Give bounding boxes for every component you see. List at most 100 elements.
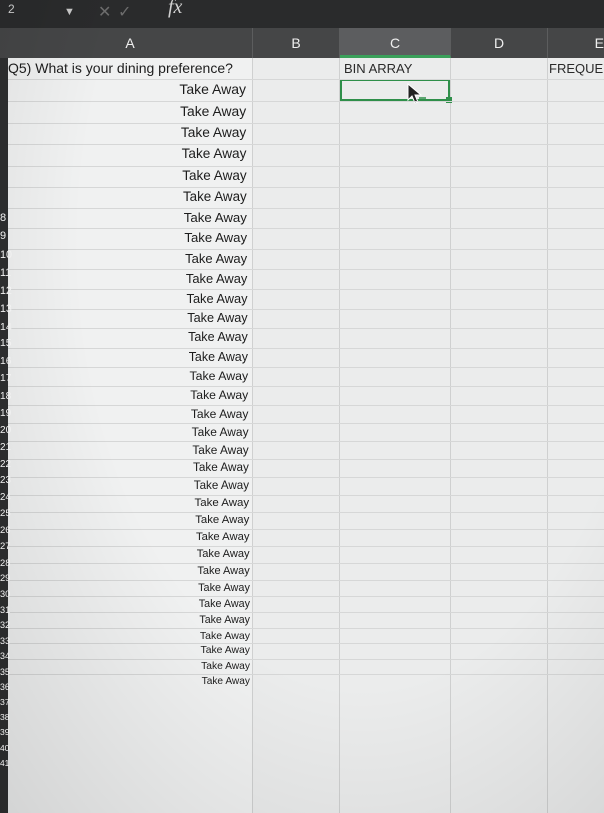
- row-number[interactable]: 17: [0, 373, 18, 384]
- row-number[interactable]: 13: [0, 303, 18, 315]
- row-number[interactable]: 40: [0, 743, 18, 753]
- function-icon[interactable]: fx: [168, 0, 182, 19]
- row-number[interactable]: 11: [0, 267, 18, 279]
- row-number[interactable]: 20: [0, 425, 18, 436]
- gridline: [8, 366, 604, 368]
- column-header-e[interactable]: E: [548, 28, 604, 58]
- response-cell[interactable]: Take Away: [179, 81, 246, 97]
- response-cell[interactable]: Take Away: [189, 350, 248, 364]
- row-number[interactable]: 29: [0, 573, 18, 583]
- gridline: [8, 79, 604, 80]
- response-cell[interactable]: Take Away: [192, 443, 248, 457]
- response-cell[interactable]: Take Away: [200, 630, 250, 642]
- spreadsheet-screen: 2 ▼ ✕ ✓ fx A B C D E Q5) What is your di…: [0, 0, 604, 813]
- response-cell[interactable]: Take Away: [183, 189, 247, 204]
- gridline: [8, 385, 604, 387]
- response-cell[interactable]: Take Away: [199, 614, 250, 626]
- response-cell[interactable]: Take Away: [185, 251, 247, 266]
- close-icon[interactable]: ✕: [98, 2, 111, 22]
- row-number[interactable]: 16: [0, 356, 18, 367]
- gridline: [8, 674, 604, 676]
- row-number[interactable]: 30: [0, 589, 18, 599]
- response-cell[interactable]: Take Away: [198, 582, 250, 594]
- row-number[interactable]: 36: [0, 682, 18, 692]
- response-cell[interactable]: Take Away: [193, 461, 249, 474]
- response-cell[interactable]: Take Away: [181, 125, 246, 140]
- response-cell[interactable]: Take Away: [186, 271, 247, 286]
- row-number[interactable]: 8: [0, 212, 18, 224]
- response-cell[interactable]: Take Away: [195, 497, 250, 509]
- row-number[interactable]: 27: [0, 541, 18, 552]
- column-header-c[interactable]: C: [340, 28, 451, 58]
- response-cell[interactable]: Take Away: [195, 514, 249, 526]
- fill-handle[interactable]: [446, 97, 452, 103]
- response-cell[interactable]: Take Away: [197, 548, 250, 560]
- name-box[interactable]: 2: [8, 2, 15, 16]
- row-number[interactable]: 34: [0, 651, 18, 661]
- row-number[interactable]: 22: [0, 459, 18, 470]
- row-number[interactable]: 31: [0, 605, 18, 615]
- row-number[interactable]: 37: [0, 697, 18, 707]
- row-number[interactable]: 19: [0, 408, 18, 419]
- gridline: [339, 58, 340, 813]
- row-number[interactable]: 18: [0, 391, 18, 402]
- question-cell[interactable]: Q5) What is your dining preference?: [8, 60, 233, 76]
- gridline: [8, 165, 604, 167]
- row-number[interactable]: 38: [0, 712, 18, 722]
- row-number[interactable]: 39: [0, 727, 18, 737]
- response-cell[interactable]: Take Away: [189, 369, 248, 383]
- row-number[interactable]: 14: [0, 321, 18, 333]
- row-number[interactable]: 32: [0, 620, 18, 630]
- row-number[interactable]: 28: [0, 557, 18, 568]
- row-number[interactable]: 21: [0, 442, 18, 453]
- bin-array-header-cell[interactable]: BIN ARRAY: [344, 61, 412, 76]
- gridline: [8, 477, 604, 479]
- response-cell[interactable]: Take Away: [180, 103, 246, 119]
- column-header-a[interactable]: A: [8, 28, 253, 58]
- response-cell[interactable]: Take Away: [197, 565, 249, 577]
- row-number[interactable]: 26: [0, 525, 18, 536]
- response-cell[interactable]: Take Away: [202, 676, 250, 687]
- gridline: [8, 347, 604, 349]
- cell-grid[interactable]: Q5) What is your dining preference? BIN …: [8, 58, 604, 813]
- response-cell[interactable]: Take Away: [191, 407, 249, 421]
- row-number[interactable]: 9: [0, 230, 18, 242]
- response-cell[interactable]: Take Away: [190, 388, 248, 402]
- row-number[interactable]: 41: [0, 758, 18, 768]
- response-cell[interactable]: Take Away: [199, 598, 250, 610]
- column-header-d[interactable]: D: [451, 28, 548, 58]
- row-number[interactable]: 33: [0, 636, 18, 646]
- formula-bar: 2 ▼ ✕ ✓ fx: [0, 0, 604, 28]
- response-cell[interactable]: Take Away: [187, 311, 247, 325]
- response-cell[interactable]: Take Away: [192, 425, 249, 439]
- response-cell[interactable]: Take Away: [182, 168, 246, 183]
- row-number[interactable]: 35: [0, 667, 18, 677]
- gridline: [8, 579, 604, 581]
- chevron-down-icon[interactable]: ▼: [64, 6, 75, 18]
- response-cell[interactable]: Take Away: [188, 330, 248, 344]
- row-number[interactable]: 23: [0, 475, 18, 486]
- gridline: [8, 512, 604, 514]
- gridline: [8, 494, 604, 496]
- gridline: [8, 658, 604, 660]
- response-cell[interactable]: Take Away: [184, 210, 247, 225]
- active-cell-selection[interactable]: [340, 79, 450, 101]
- row-number[interactable]: 10: [0, 249, 18, 261]
- column-header-b[interactable]: B: [253, 28, 340, 58]
- response-cell[interactable]: Take Away: [201, 645, 250, 656]
- row-number[interactable]: 24: [0, 492, 18, 503]
- column-headers: A B C D E: [0, 28, 604, 58]
- frequency-header-cell[interactable]: FREQUE: [549, 61, 603, 76]
- response-cell[interactable]: Take Away: [182, 146, 247, 161]
- response-cell[interactable]: Take Away: [196, 531, 250, 543]
- response-cell[interactable]: Take Away: [187, 291, 248, 306]
- row-number[interactable]: 25: [0, 508, 18, 519]
- row-number[interactable]: 12: [0, 285, 18, 297]
- response-cell[interactable]: Take Away: [194, 479, 249, 492]
- response-cell[interactable]: Take Away: [184, 230, 247, 245]
- check-icon[interactable]: ✓: [118, 2, 131, 22]
- response-cell[interactable]: Take Away: [201, 661, 250, 672]
- row-number[interactable]: 15: [0, 338, 18, 349]
- gridline: [8, 404, 604, 406]
- gridline: [8, 627, 604, 629]
